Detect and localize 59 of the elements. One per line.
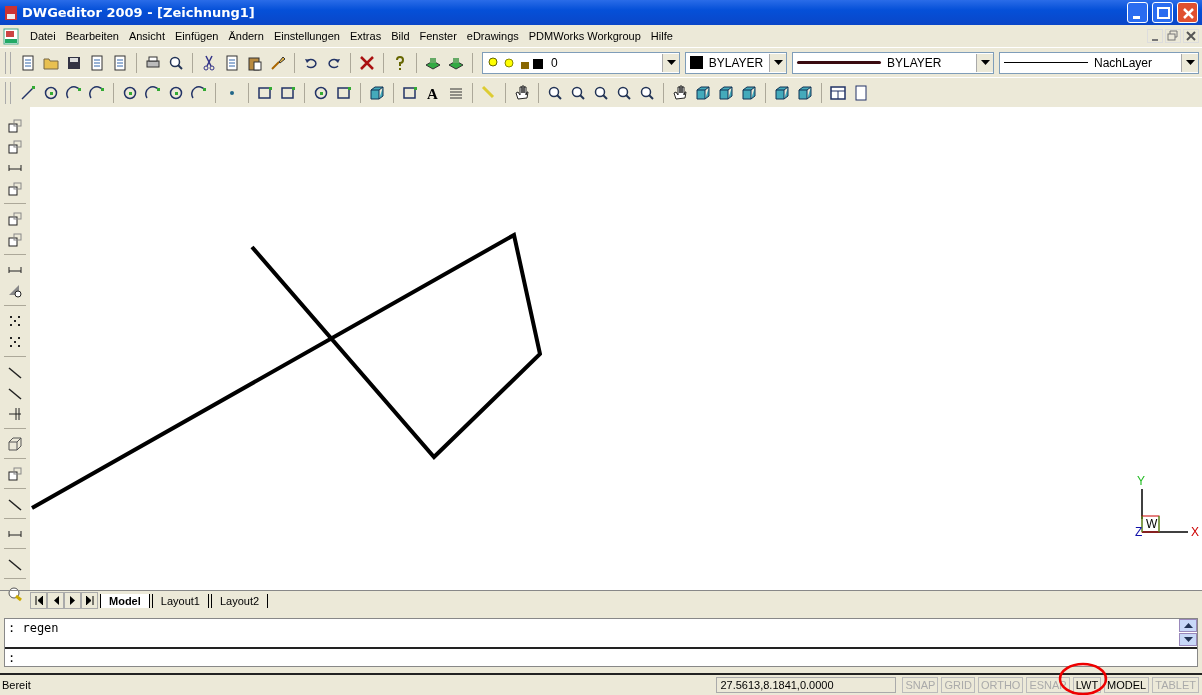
lineweight-value: BYLAYER bbox=[887, 55, 942, 70]
next-tab-button[interactable] bbox=[64, 592, 81, 609]
window-title: DWGeditor 2009 - [Zeichnung1] bbox=[22, 5, 255, 20]
close-icon bbox=[1185, 30, 1197, 42]
menu-item[interactable]: Bearbeiten bbox=[60, 28, 124, 44]
last-tab-button[interactable] bbox=[81, 592, 98, 609]
previous-icon bbox=[51, 596, 60, 605]
minimize-document-button[interactable] bbox=[1147, 29, 1163, 43]
layout-tab[interactable]: Layout1 bbox=[151, 593, 209, 608]
menu-item[interactable]: Einfügen bbox=[170, 28, 224, 44]
color-dropdown[interactable]: BYLAYER bbox=[685, 51, 787, 74]
first-tab-button[interactable] bbox=[30, 592, 47, 609]
first-icon bbox=[34, 596, 43, 605]
scroll-down-button[interactable] bbox=[1179, 633, 1197, 646]
previous-tab-button[interactable] bbox=[47, 592, 64, 609]
last-icon bbox=[85, 596, 94, 605]
restore-icon bbox=[1167, 30, 1179, 42]
menu-item[interactable]: Ansicht bbox=[123, 28, 170, 44]
menu-item[interactable]: Einstellungen bbox=[268, 28, 345, 44]
minimize-icon bbox=[1133, 16, 1140, 19]
command-input-field[interactable]: : bbox=[5, 649, 1197, 666]
menu-item[interactable]: eDrawings bbox=[461, 28, 524, 44]
menu-item[interactable]: Fenster bbox=[414, 28, 462, 44]
color-value: BYLAYER bbox=[708, 55, 764, 70]
y-axis-label: Y bbox=[1137, 475, 1145, 487]
menu-item[interactable]: Datei bbox=[25, 28, 61, 44]
status-message: Bereit bbox=[2, 679, 32, 691]
world-label: W bbox=[1146, 518, 1158, 530]
menu-item[interactable]: Bild bbox=[386, 28, 415, 44]
layer-dropdown[interactable]: 0 bbox=[482, 51, 680, 74]
down-arrow-icon bbox=[1183, 637, 1193, 642]
x-axis-label: X bbox=[1191, 526, 1199, 538]
menu-item[interactable]: Extras bbox=[344, 28, 387, 44]
layout-tab[interactable]: Model bbox=[100, 593, 150, 608]
z-axis-label: Z bbox=[1135, 526, 1143, 538]
close-document-button[interactable] bbox=[1183, 29, 1199, 43]
minimize-button[interactable] bbox=[1127, 2, 1148, 23]
close-button[interactable] bbox=[1177, 2, 1198, 23]
app-logo-icon bbox=[4, 4, 18, 21]
coordinates-display: 27.5613,8.1841,0.0000 bbox=[716, 677, 897, 693]
command-history-line: : regen bbox=[8, 621, 60, 635]
layout-tab[interactable]: Layout2 bbox=[210, 593, 269, 608]
up-arrow-icon bbox=[1183, 623, 1193, 628]
menu-item[interactable]: Hilfe bbox=[645, 28, 678, 44]
next-icon bbox=[68, 596, 77, 605]
layer-state-icons bbox=[487, 55, 545, 70]
scroll-up-button[interactable] bbox=[1179, 619, 1197, 632]
linetype-dropdown[interactable]: NachLayer bbox=[999, 51, 1199, 74]
minimize-icon bbox=[1152, 38, 1158, 41]
linetype-value: NachLayer bbox=[1094, 55, 1153, 70]
menu-item[interactable]: PDMWorks Workgroup bbox=[523, 28, 646, 44]
layer-name: 0 bbox=[551, 55, 559, 70]
document-icon bbox=[3, 27, 19, 45]
status-toggle[interactable]: LWT bbox=[1072, 677, 1102, 693]
menu-item[interactable]: Ändern bbox=[223, 28, 269, 44]
lineweight-dropdown[interactable]: BYLAYER bbox=[792, 51, 994, 74]
color-swatch bbox=[690, 56, 703, 69]
status-toggle[interactable]: MODEL bbox=[1104, 677, 1150, 693]
maximize-button[interactable] bbox=[1152, 2, 1173, 23]
